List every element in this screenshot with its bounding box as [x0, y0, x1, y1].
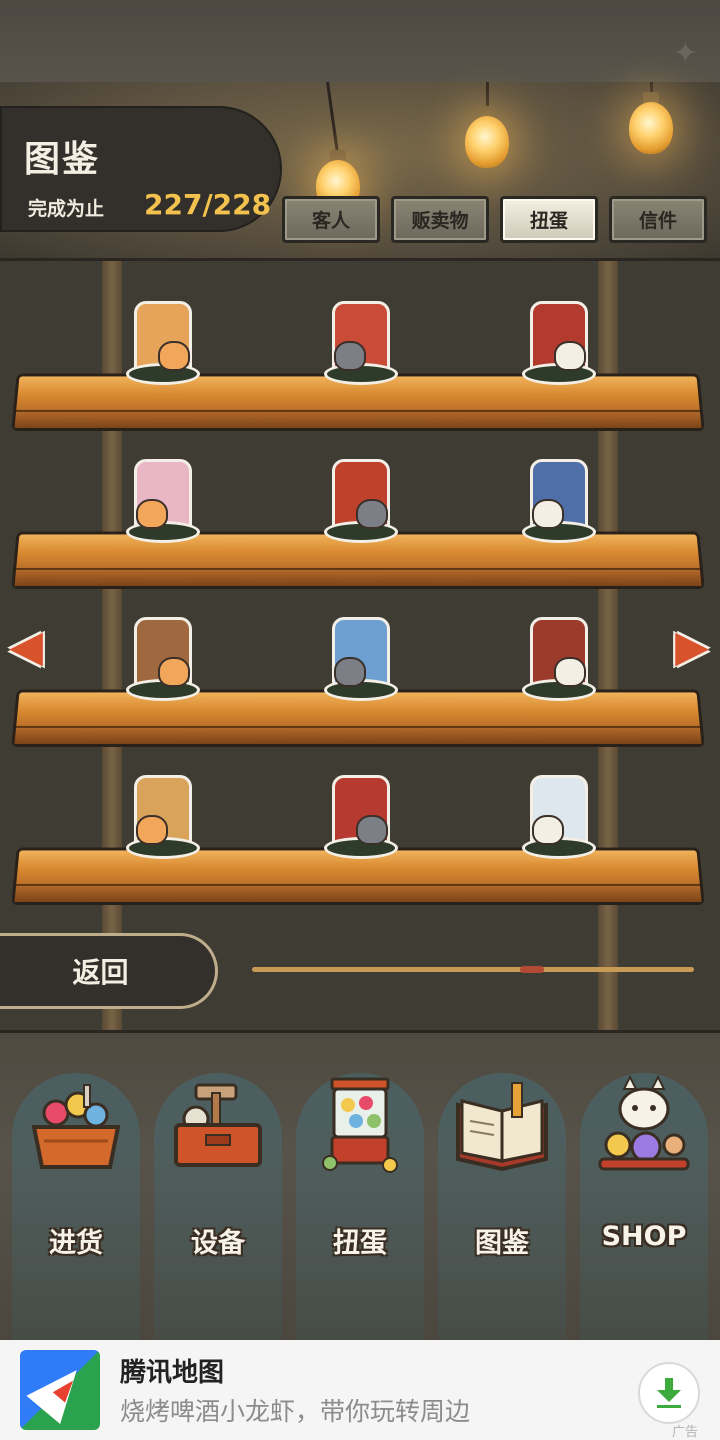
cat-in-snow-figurine-icon[interactable] — [518, 759, 600, 859]
cat-with-banner-figurine-icon[interactable] — [320, 285, 402, 385]
tab-customers[interactable]: 客人 — [282, 196, 380, 243]
nav-item-supply[interactable]: 进货 — [6, 1073, 146, 1273]
light-bulb-icon — [629, 102, 673, 154]
ad-label: 广告 — [672, 1425, 699, 1440]
nav-label: 扭蛋 — [333, 1228, 387, 1259]
tab-gacha[interactable]: 扭蛋 — [500, 196, 598, 243]
cat-on-bench-figurine-icon[interactable] — [122, 601, 204, 701]
cat-icon — [158, 657, 190, 687]
cat-on-tv-figurine-icon[interactable] — [518, 285, 600, 385]
cat-icon — [136, 499, 168, 529]
cat-icon — [356, 815, 388, 845]
collection-title-plate: 图鉴 完成为止 227/228 — [0, 106, 282, 232]
cat-icon — [334, 341, 366, 371]
cat-icon — [532, 499, 564, 529]
category-tabs: 客人 贩卖物 扭蛋 信件 — [282, 196, 712, 244]
light-bulb-icon — [465, 116, 509, 168]
lucky-cat-icon — [594, 1075, 694, 1175]
chevron-right-icon[interactable]: ▶ — [672, 620, 712, 672]
nav-item-shop[interactable]: SHOP — [574, 1073, 714, 1273]
back-button[interactable]: 返回 — [0, 933, 218, 1009]
cat-with-lantern-figurine-icon[interactable] — [320, 601, 402, 701]
tab-merchandise[interactable]: 贩卖物 — [391, 196, 489, 243]
cat-icon — [554, 341, 586, 371]
cat-icon — [356, 499, 388, 529]
cat-at-phone-booth-figurine-icon[interactable] — [518, 601, 600, 701]
nav-item-collection[interactable]: 图鉴 — [432, 1073, 572, 1273]
cat-with-bonsai-figurine-icon[interactable] — [122, 443, 204, 543]
cat-with-pot-figurine-icon[interactable] — [122, 285, 204, 385]
cat-icon — [136, 815, 168, 845]
download-button[interactable] — [638, 1362, 700, 1424]
cat-under-kotatsu-figurine-icon[interactable] — [320, 759, 402, 859]
cat-at-window-figurine-icon[interactable] — [518, 443, 600, 543]
toolbox-icon — [168, 1075, 268, 1175]
nav-item-gacha[interactable]: 扭蛋 — [290, 1073, 430, 1273]
cat-icon — [554, 657, 586, 687]
nav-label: 设备 — [191, 1228, 245, 1259]
gacha-machine-icon — [310, 1075, 410, 1175]
page-scroll-track — [252, 967, 694, 972]
sparkle-icon: ✦ — [672, 36, 698, 71]
collection-shelf — [0, 258, 720, 1033]
top-strip: ✦ — [0, 0, 720, 82]
ad-banner[interactable]: 腾讯地图 烧烤啤酒小龙虾，带你玩转周边 — [0, 1340, 720, 1440]
tab-letters[interactable]: 信件 — [609, 196, 707, 243]
page-scroll-indicator — [519, 966, 544, 973]
cat-icon — [532, 815, 564, 845]
nav-label: 进货 — [49, 1228, 103, 1259]
cat-icon — [158, 341, 190, 371]
open-book-icon — [452, 1075, 552, 1175]
download-icon — [657, 1378, 681, 1408]
completion-count: 227/228 — [144, 188, 272, 221]
completion-label: 完成为止 — [28, 198, 105, 220]
ad-app-name: 腾讯地图 — [120, 1358, 225, 1388]
page-title: 图鉴 — [24, 139, 101, 180]
nav-label: SHOP — [601, 1221, 687, 1252]
cat-with-bucket-figurine-icon[interactable] — [122, 759, 204, 859]
chevron-left-icon[interactable]: ◀ — [6, 620, 46, 672]
ad-tagline: 烧烤啤酒小龙虾，带你玩转周边 — [120, 1397, 471, 1426]
nav-item-equipment[interactable]: 设备 — [148, 1073, 288, 1273]
supply-basket-icon — [26, 1075, 126, 1175]
nav-label: 图鉴 — [475, 1228, 529, 1259]
cat-on-mailbox-figurine-icon[interactable] — [320, 443, 402, 543]
cat-icon — [334, 657, 366, 687]
tencent-map-logo-icon — [20, 1350, 100, 1430]
bottom-navigation: 进货 设备 扭蛋 图鉴 SHOP — [0, 1030, 720, 1343]
bulb-wire — [326, 81, 340, 160]
